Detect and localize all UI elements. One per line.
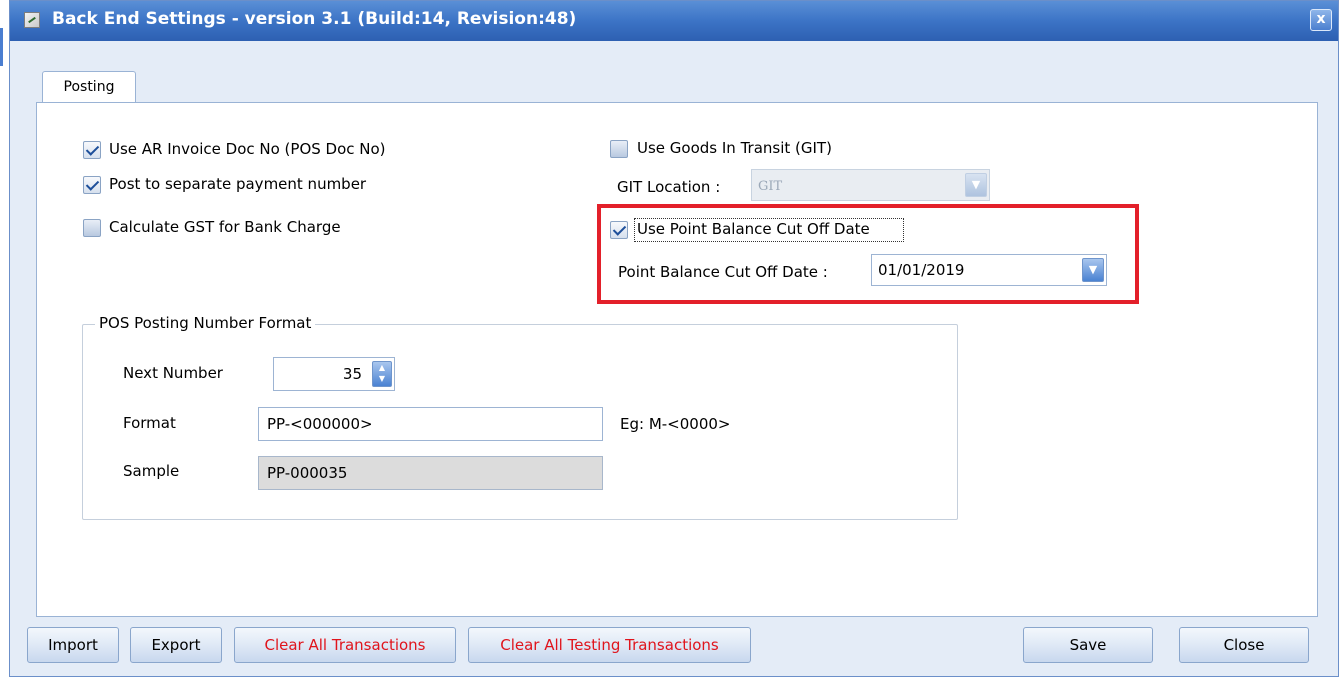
title-bar[interactable]: Back End Settings - version 3.1 (Build:1… — [10, 1, 1338, 41]
background-window-marker — [0, 28, 6, 66]
calc-gst-bank-charge-label[interactable]: Calculate GST for Bank Charge — [109, 218, 341, 236]
background-window-edge — [0, 0, 9, 677]
use-git-label[interactable]: Use Goods In Transit (GIT) — [637, 139, 832, 157]
git-location-label: GIT Location : — [617, 178, 721, 196]
export-button[interactable]: Export — [130, 627, 222, 663]
close-icon[interactable]: x — [1310, 9, 1332, 31]
window-title: Back End Settings - version 3.1 (Build:1… — [52, 9, 577, 29]
format-input[interactable]: PP-<000000> — [258, 407, 603, 441]
post-separate-payment-label[interactable]: Post to separate payment number — [109, 175, 366, 193]
sample-label: Sample — [123, 462, 180, 480]
next-number-label: Next Number — [123, 364, 223, 382]
format-label: Format — [123, 414, 176, 432]
post-separate-payment-checkbox[interactable] — [83, 176, 101, 194]
calc-gst-bank-charge-checkbox[interactable] — [83, 219, 101, 237]
next-number-value: 35 — [342, 365, 362, 383]
import-button[interactable]: Import — [27, 627, 119, 663]
app-icon — [24, 12, 40, 28]
close-button[interactable]: Close — [1179, 627, 1309, 663]
clear-all-testing-transactions-button[interactable]: Clear All Testing Transactions — [468, 627, 751, 663]
format-hint: Eg: M-<0000> — [620, 415, 731, 433]
tab-posting[interactable]: Posting — [42, 71, 136, 103]
git-location-combo: GIT ▼ — [751, 169, 990, 201]
back-end-settings-dialog: Back End Settings - version 3.1 (Build:1… — [9, 0, 1339, 677]
use-git-checkbox[interactable] — [610, 140, 628, 158]
next-number-spinner[interactable]: 35 ▲ ▼ — [273, 357, 395, 391]
chevron-down-icon: ▼ — [965, 173, 987, 197]
sample-output: PP-000035 — [258, 456, 603, 490]
use-ar-invoice-label[interactable]: Use AR Invoice Doc No (POS Doc No) — [109, 140, 386, 158]
clear-all-transactions-button[interactable]: Clear All Transactions — [234, 627, 456, 663]
posting-panel: Use AR Invoice Doc No (POS Doc No) Post … — [36, 102, 1318, 617]
spin-up-down-icon[interactable]: ▲ ▼ — [372, 361, 392, 387]
highlight-annotation — [597, 204, 1139, 304]
use-ar-invoice-checkbox[interactable] — [83, 141, 101, 159]
git-location-value: GIT — [758, 179, 783, 194]
save-button[interactable]: Save — [1023, 627, 1153, 663]
group-title: POS Posting Number Format — [95, 314, 316, 332]
